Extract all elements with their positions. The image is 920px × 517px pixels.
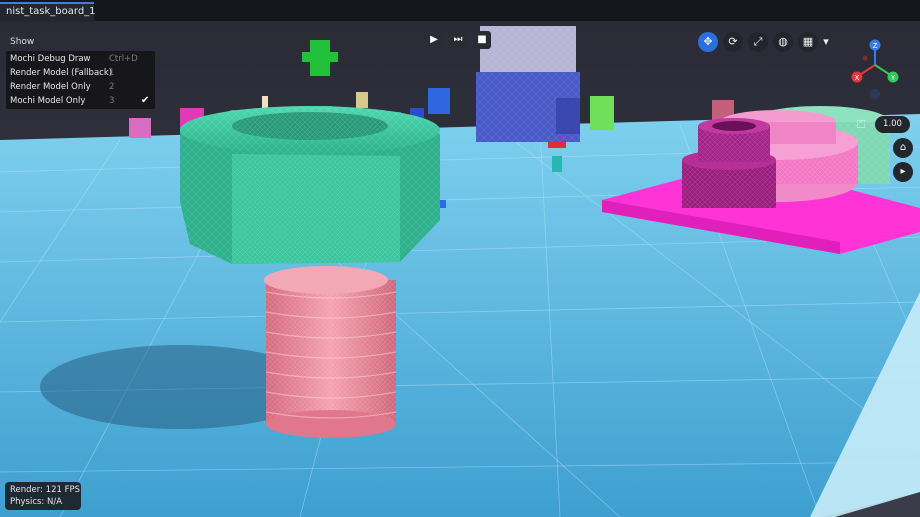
menu-item-shortcut: 2 xyxy=(109,82,115,92)
scale-tool-button[interactable]: ⤢ xyxy=(748,32,768,52)
gizmo-z-label: Z xyxy=(873,42,878,50)
menu-item-shortcut: 3 xyxy=(109,96,115,106)
rotate-tool-button[interactable]: ⟳ xyxy=(723,32,743,52)
menu-item-render-model-fallback[interactable]: Render Model (Fallback) 1 xyxy=(6,66,155,80)
show-menu: Mochi Debug Draw Ctrl+D Render Model (Fa… xyxy=(6,51,155,109)
snap-grid-button[interactable]: ▦ xyxy=(798,32,818,52)
chevron-down-icon: ▾ xyxy=(823,35,829,48)
globe-icon: ◍ xyxy=(778,35,788,48)
menu-item-mochi-model-only[interactable]: Mochi Model Only 3 ✔ xyxy=(6,94,155,108)
camera-speed-icon: ⏍ xyxy=(856,118,866,131)
grid-icon: ▦ xyxy=(802,35,814,48)
move-tool-button[interactable]: ✥ xyxy=(698,32,718,52)
gizmo-y-label: Y xyxy=(890,74,896,82)
camera-button[interactable]: ▸ xyxy=(893,162,913,182)
scale-icon: ⤢ xyxy=(753,35,763,48)
video-camera-icon: ▸ xyxy=(900,166,906,177)
axis-gizmo-graphic: Z X Y xyxy=(851,39,899,99)
home-icon: ⌂ xyxy=(899,142,907,153)
menu-item-label: Render Model Only xyxy=(10,82,91,92)
tab-bar: nist_task_board_1 xyxy=(0,0,920,22)
play-button[interactable]: ▶ xyxy=(425,31,443,49)
step-forward-icon: ⏭ xyxy=(453,34,463,45)
rotate-icon: ⟳ xyxy=(728,35,738,48)
play-icon: ▶ xyxy=(430,34,438,45)
physics-status: Physics: N/A xyxy=(10,497,63,507)
move-icon: ✥ xyxy=(703,35,713,48)
stop-icon: ■ xyxy=(477,34,487,45)
checkmark-icon: ✔ xyxy=(141,95,150,106)
step-button[interactable]: ⏭ xyxy=(449,31,467,49)
tab-nist-task-board[interactable]: nist_task_board_1 xyxy=(0,2,96,22)
menu-item-render-model-only[interactable]: Render Model Only 2 xyxy=(6,80,155,94)
menu-item-shortcut: 1 xyxy=(109,68,115,78)
home-view-button[interactable]: ⌂ xyxy=(893,138,913,158)
axis-gizmo[interactable]: Z X Y xyxy=(843,38,909,104)
gizmo-x-label: X xyxy=(855,74,860,82)
render-fps: Render: 121 FPS xyxy=(10,485,81,495)
camera-speed-value[interactable]: 1.00 xyxy=(875,116,910,133)
stop-button[interactable]: ■ xyxy=(473,31,491,49)
menu-item-label: Render Model (Fallback) xyxy=(10,68,113,78)
world-space-button[interactable]: ◍ xyxy=(773,32,793,52)
stats-overlay: Render: 121 FPS Physics: N/A xyxy=(5,482,81,510)
show-menu-title[interactable]: Show xyxy=(10,37,34,47)
menu-item-label: Mochi Debug Draw xyxy=(10,54,91,64)
menu-item-shortcut: Ctrl+D xyxy=(109,54,138,64)
snap-options-dropdown[interactable]: ▾ xyxy=(816,32,836,52)
menu-item-label: Mochi Model Only xyxy=(10,96,86,106)
menu-item-mochi-debug-draw[interactable]: Mochi Debug Draw Ctrl+D xyxy=(6,52,155,66)
